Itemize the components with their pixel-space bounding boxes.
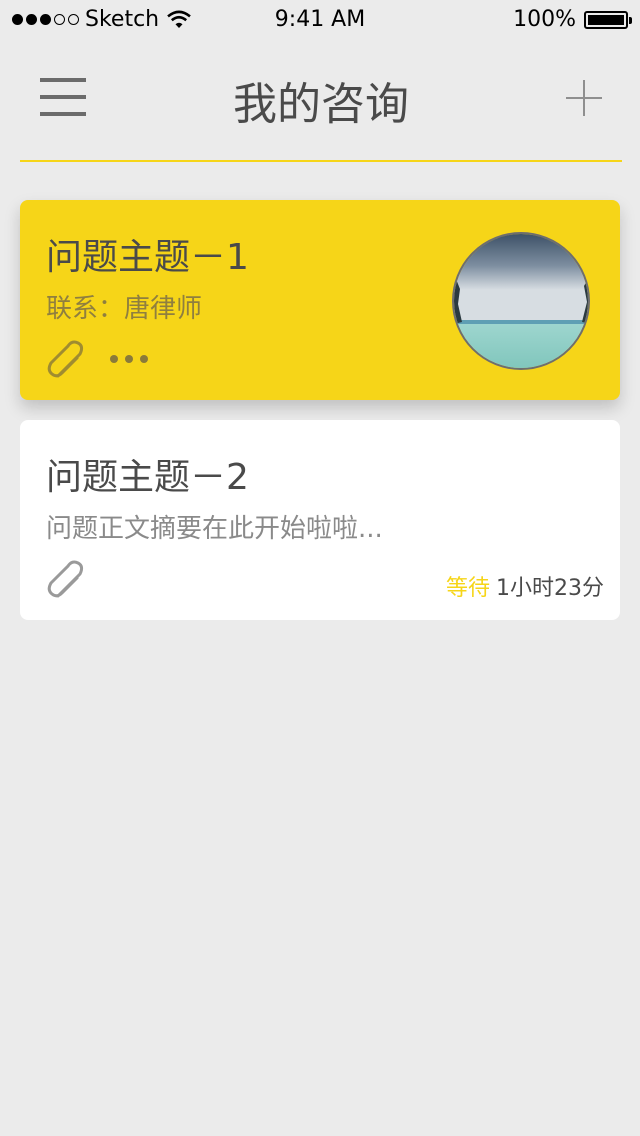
card-summary: 问题正文摘要在此开始啦啦... [46, 514, 383, 544]
paperclip-icon[interactable] [44, 336, 90, 382]
card-contact: 联系：唐律师 [46, 294, 203, 324]
paperclip-icon[interactable] [44, 556, 90, 602]
battery-icon [584, 10, 632, 29]
consultation-card[interactable]: 问题主题－2 问题正文摘要在此开始啦啦... 等待 1小时23分 [20, 420, 620, 620]
status-bar: Sketch 9:41 AM 100% [0, 0, 640, 40]
more-dots-icon[interactable] [110, 355, 148, 363]
page-title: 我的咨询 [233, 79, 409, 130]
status-right: 100% [513, 7, 632, 32]
consultation-card[interactable]: 问题主题－1 联系：唐律师 [20, 200, 620, 400]
status-duration: 1小时23分 [496, 576, 604, 601]
nav-bar: 我的咨询 [20, 40, 622, 162]
status-label: 等待 [445, 576, 490, 601]
avatar-landscape-image [454, 234, 588, 368]
avatar [452, 232, 590, 370]
battery-percent: 100% [513, 7, 576, 32]
card-title: 问题主题－2 [46, 457, 249, 498]
card-title: 问题主题－1 [46, 237, 249, 278]
card-status: 等待 1小时23分 [446, 570, 604, 602]
plus-icon[interactable] [566, 80, 602, 116]
